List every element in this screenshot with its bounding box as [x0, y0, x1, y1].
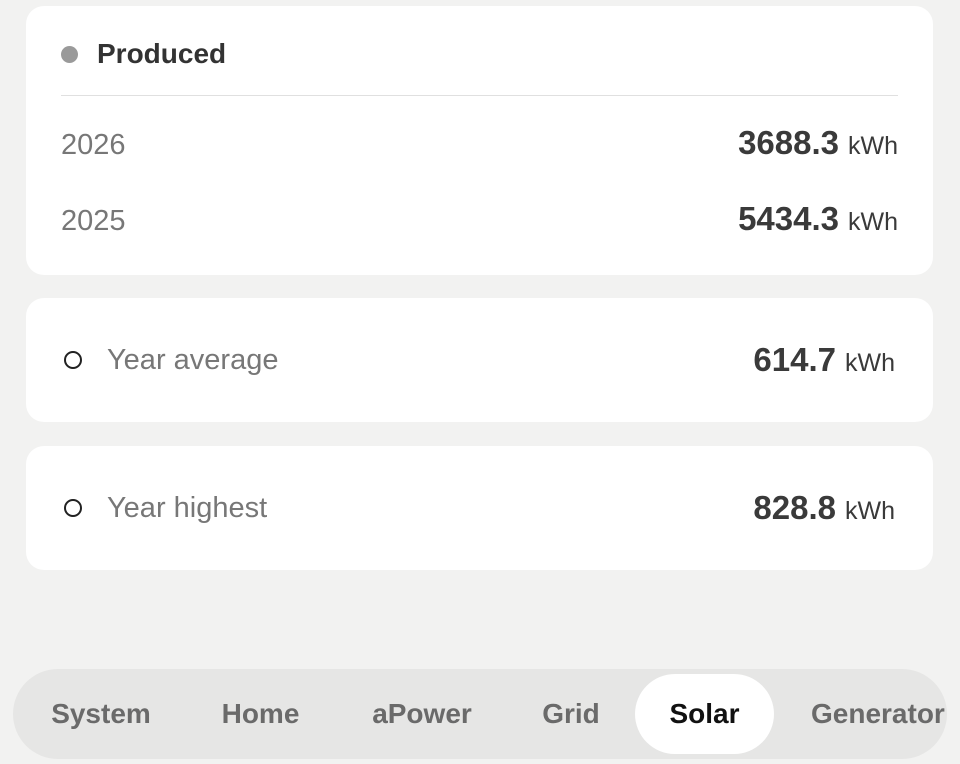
- produced-header: Produced: [61, 36, 226, 72]
- produced-title: Produced: [97, 38, 227, 69]
- year-average-unit: kWh: [845, 349, 895, 377]
- year-average-label: Year average: [107, 343, 279, 376]
- year-highest-unit: kWh: [845, 497, 895, 525]
- tab-generator[interactable]: Generator: [793, 674, 947, 754]
- tab-system[interactable]: System: [25, 674, 177, 754]
- year-average-card: Year average 614.7 kWh: [26, 298, 933, 422]
- year-average-row: Year average 614.7 kWh: [64, 298, 895, 422]
- year-highest-number: 828.8: [753, 489, 836, 526]
- year-average-label-group: Year average: [64, 344, 278, 377]
- year-highest-card: Year highest 828.8 kWh: [26, 446, 933, 570]
- year-highest-row: Year highest 828.8 kWh: [64, 446, 895, 570]
- energy-value: 3688.3 kWh: [738, 124, 898, 162]
- energy-value: 5434.3 kWh: [738, 200, 898, 238]
- year-label: 2025: [61, 205, 126, 237]
- energy-number: 3688.3: [738, 124, 839, 161]
- produced-card: Produced 2026 3688.3 kWh 2025 5434.3 kWh: [26, 6, 933, 275]
- energy-number: 5434.3: [738, 200, 839, 237]
- tab-grid[interactable]: Grid: [503, 674, 639, 754]
- tab-home[interactable]: Home: [183, 674, 338, 754]
- year-average-value: 614.7 kWh: [753, 341, 895, 379]
- tab-solar[interactable]: Solar: [635, 674, 774, 754]
- year-highest-label: Year highest: [107, 491, 268, 524]
- year-label: 2026: [61, 129, 126, 161]
- year-average-number: 614.7: [753, 341, 836, 378]
- tab-apower[interactable]: aPower: [343, 674, 501, 754]
- bottom-tab-bar: System Home aPower Grid Solar Generator: [13, 669, 947, 759]
- produced-row-2025: 2025 5434.3 kWh: [61, 200, 898, 238]
- circle-outline-icon: [64, 351, 82, 369]
- energy-unit: kWh: [848, 132, 898, 160]
- produced-row-2026: 2026 3688.3 kWh: [61, 124, 898, 162]
- energy-unit: kWh: [848, 208, 898, 236]
- produced-legend-dot-icon: [61, 45, 78, 63]
- year-highest-label-group: Year highest: [64, 492, 267, 525]
- circle-outline-icon: [64, 499, 82, 517]
- divider: [61, 95, 898, 96]
- year-highest-value: 828.8 kWh: [753, 489, 895, 527]
